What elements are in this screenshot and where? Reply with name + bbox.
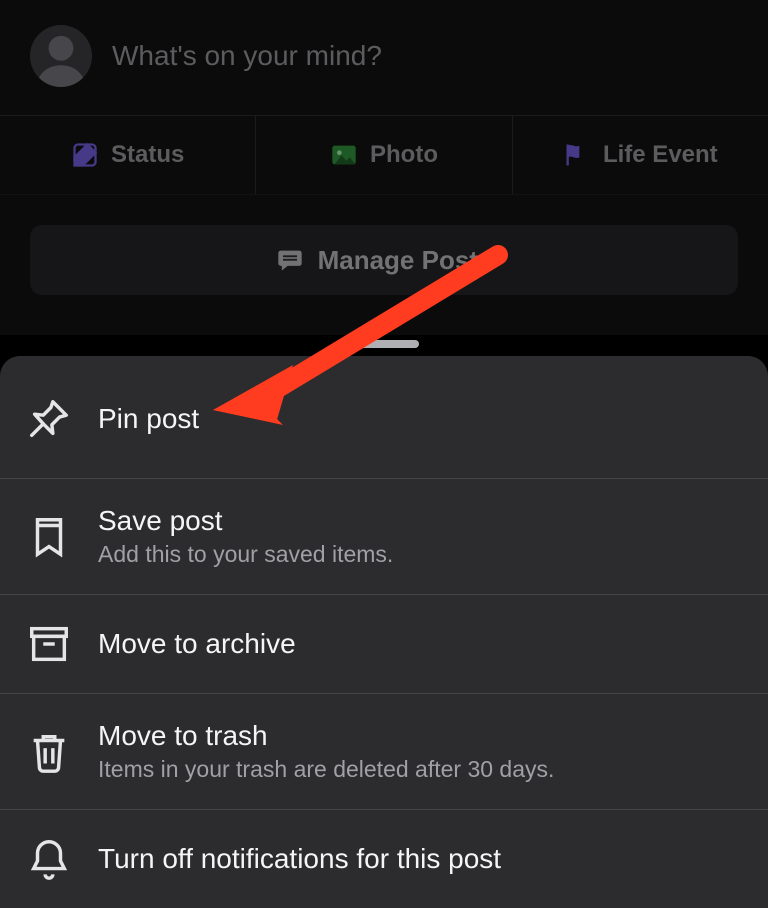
chat-list-icon xyxy=(276,246,304,274)
photo-icon xyxy=(330,141,358,169)
menu-turn-off-notifications[interactable]: Turn off notifications for this post xyxy=(0,810,768,908)
menu-mute-title: Turn off notifications for this post xyxy=(98,843,501,875)
menu-save-sub: Add this to your saved items. xyxy=(98,541,393,568)
compose-icon xyxy=(71,141,99,169)
manage-posts-label: Manage Posts xyxy=(318,245,493,276)
manage-posts-wrap: Manage Posts xyxy=(0,195,768,335)
flag-icon xyxy=(563,141,591,169)
archive-icon xyxy=(26,621,72,667)
menu-move-trash[interactable]: Move to trash Items in your trash are de… xyxy=(0,694,768,810)
manage-posts-button[interactable]: Manage Posts xyxy=(30,225,738,295)
menu-save-title: Save post xyxy=(98,505,393,537)
trash-icon xyxy=(26,729,72,775)
composer-placeholder: What's on your mind? xyxy=(112,40,382,72)
menu-archive-title: Move to archive xyxy=(98,628,296,660)
tab-photo-label: Photo xyxy=(370,141,438,169)
tab-status-label: Status xyxy=(111,141,184,169)
tab-life-event[interactable]: Life Event xyxy=(513,116,768,194)
menu-pin-post[interactable]: Pin post xyxy=(0,356,768,479)
bookmark-icon xyxy=(26,514,72,560)
avatar-placeholder-icon xyxy=(30,25,92,87)
tab-life-event-label: Life Event xyxy=(603,141,718,169)
menu-trash-sub: Items in your trash are deleted after 30… xyxy=(98,756,554,783)
menu-pin-title: Pin post xyxy=(98,403,199,435)
sheet-drag-handle[interactable] xyxy=(349,340,419,348)
composer-tabs: Status Photo Life Event xyxy=(0,116,768,195)
tab-photo[interactable]: Photo xyxy=(256,116,512,194)
menu-move-archive[interactable]: Move to archive xyxy=(0,595,768,694)
menu-save-post[interactable]: Save post Add this to your saved items. xyxy=(0,479,768,595)
tab-status[interactable]: Status xyxy=(0,116,256,194)
bell-icon xyxy=(26,836,72,882)
avatar xyxy=(30,25,92,87)
post-action-sheet: Pin post Save post Add this to your save… xyxy=(0,356,768,908)
menu-trash-title: Move to trash xyxy=(98,720,554,752)
pin-icon xyxy=(26,396,72,442)
composer-row[interactable]: What's on your mind? xyxy=(0,0,768,116)
background-dimmed: What's on your mind? Status Photo xyxy=(0,0,768,335)
